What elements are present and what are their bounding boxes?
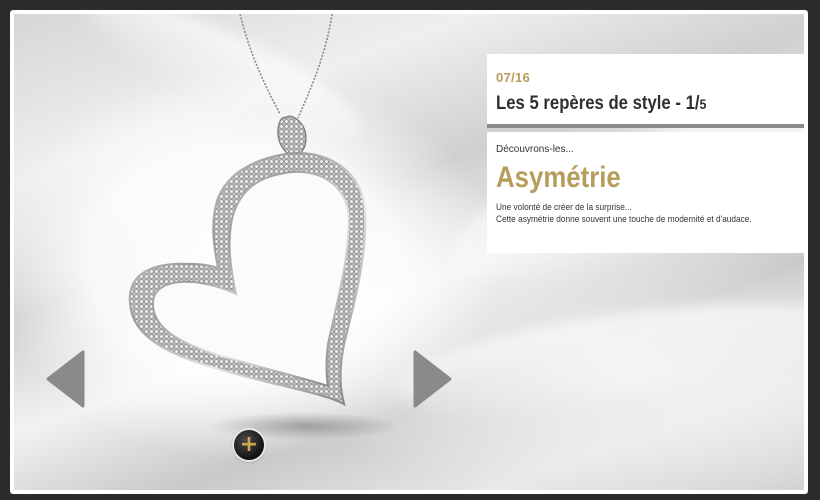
triangle-right-icon xyxy=(413,350,452,408)
slide-date: 07/16 xyxy=(496,70,531,85)
description-line: Une volonté de créer de la surprise... xyxy=(496,202,632,212)
slide-stage: + 07/16 Les 5 repères de style - 1/5 Déc… xyxy=(14,14,804,490)
slide-header: 07/16 Les 5 repères de style - 1/5 xyxy=(487,54,804,128)
plus-icon: + xyxy=(239,432,259,457)
description-line: Cette asymétrie donne souvent une touche… xyxy=(496,214,752,224)
next-slide-button[interactable] xyxy=(413,350,453,408)
slide-content: Découvrons-les... Asymétrie Une volonté … xyxy=(487,132,804,253)
slide-title-total: 5 xyxy=(699,96,707,112)
slide-title: Les 5 repères de style - 1/5 xyxy=(496,93,764,115)
info-panel: 07/16 Les 5 repères de style - 1/5 Décou… xyxy=(487,54,804,253)
slide-subtitle: Découvrons-les... xyxy=(496,144,574,155)
slide-heading: Asymétrie xyxy=(496,161,621,194)
zoom-button[interactable]: + xyxy=(234,430,264,460)
slide-title-main: Les 5 repères de style - 1/ xyxy=(496,93,700,114)
previous-slide-button[interactable] xyxy=(45,350,85,408)
slideshow-frame: + 07/16 Les 5 repères de style - 1/5 Déc… xyxy=(10,10,808,494)
slide-description: Une volonté de créer de la surprise... C… xyxy=(496,201,776,225)
triangle-left-icon xyxy=(46,350,85,408)
